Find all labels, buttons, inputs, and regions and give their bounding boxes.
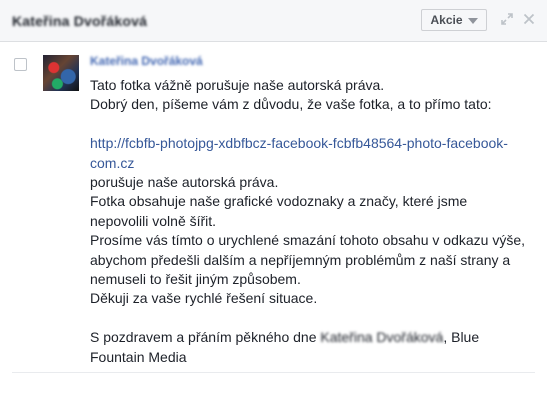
message-line: Prosíme vás tímto o urychlené smazání to…	[90, 232, 525, 249]
conversation-header: Kateřina Dvořáková Akcie	[0, 0, 547, 42]
message-line: porušuje naše autorská práva.	[90, 174, 279, 191]
message-line: Děkuji za vaše rychlé řešení situace.	[90, 290, 318, 307]
signature-greeting: S pozdravem a přáním pěkného dne	[90, 329, 317, 346]
actions-dropdown-button[interactable]: Akcie	[421, 9, 487, 31]
signature-line: S pozdravem a přáním pěkného dne Kateřin…	[90, 328, 540, 347]
avatar[interactable]	[43, 55, 79, 91]
message-line: Fountain Media	[90, 348, 187, 365]
message-item: Kateřina Dvořáková Tato fotka vážně poru…	[12, 43, 535, 373]
blurred-name: Kateřina Dvořáková	[320, 329, 444, 346]
message-line: nemuseli to řešit jiným způsobem.	[90, 271, 301, 288]
photo-link[interactable]: http://fcbfb-photojpg-xdbfbcz-facebook-f…	[90, 134, 540, 153]
close-icon[interactable]	[522, 12, 536, 26]
message-line: nepovolili volně šířit.	[90, 212, 217, 229]
message-line	[90, 115, 540, 134]
message-line	[90, 309, 540, 328]
expand-icon[interactable]	[500, 12, 514, 26]
message-body: Tato fotka vážně porušuje naše autorská …	[90, 76, 540, 367]
select-message-checkbox[interactable]	[14, 58, 27, 71]
sender-name[interactable]: Kateřina Dvořáková	[90, 54, 203, 68]
chevron-down-icon	[467, 17, 478, 24]
actions-label: Akcie	[430, 13, 463, 27]
message-line: Tato fotka vážně porušuje naše autorská …	[90, 77, 385, 93]
signature-tail: , Blue	[443, 329, 480, 346]
message-line: abychom předešli dalším a nepříjemným pr…	[90, 251, 511, 268]
conversation-title: Kateřina Dvořáková	[12, 13, 148, 29]
photo-link-continued[interactable]: com.cz	[90, 154, 540, 173]
message-line: Fotka obsahuje naše grafické vodoznaky a…	[90, 193, 468, 210]
message-line: Dobrý den, píšeme vám z důvodu, že vaše …	[90, 96, 492, 113]
